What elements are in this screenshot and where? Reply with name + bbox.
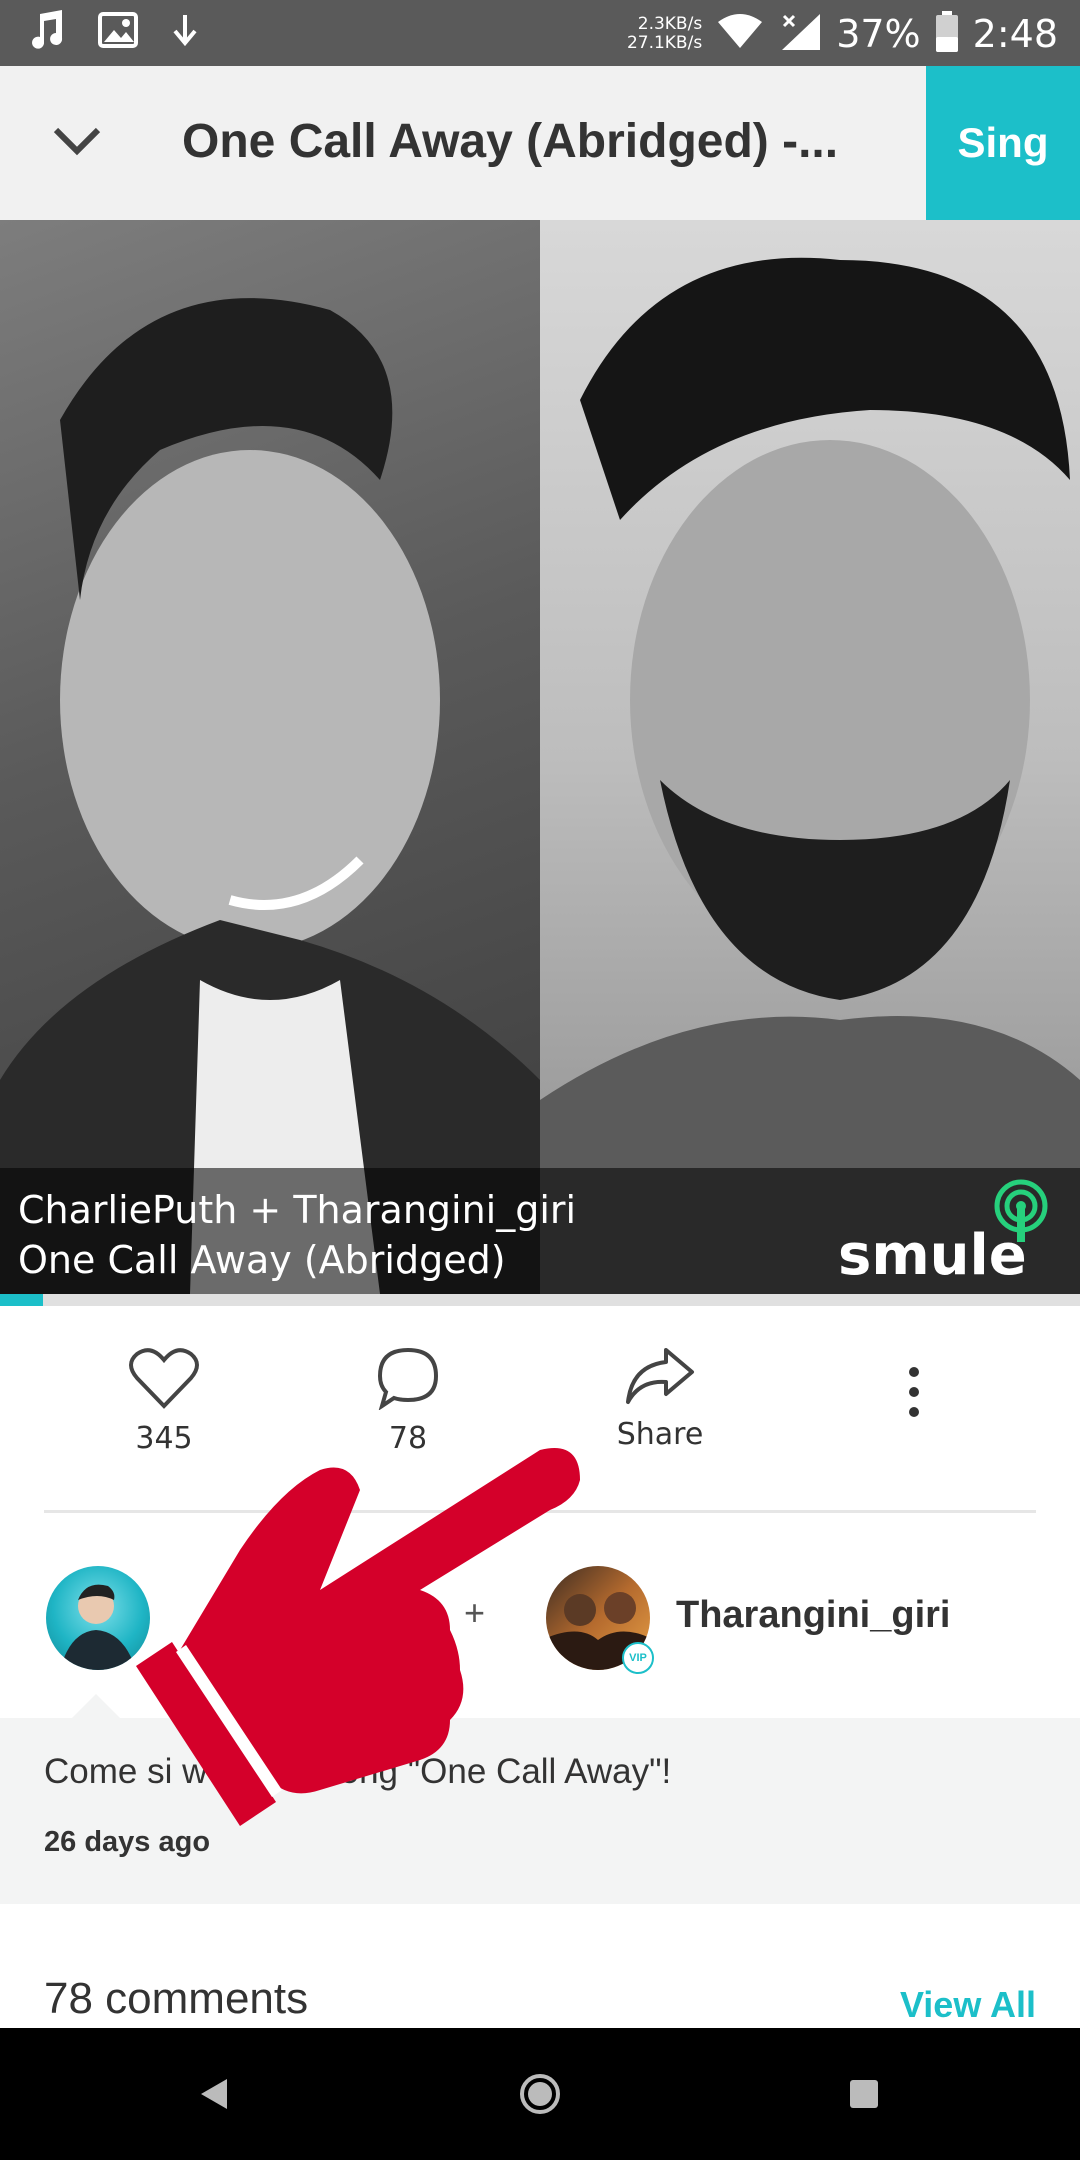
pointing-hand-icon (120, 1430, 600, 1830)
more-options-button[interactable] (884, 1366, 944, 1446)
comments-heading: 78 comments (44, 1974, 309, 2023)
chevron-down-icon (52, 126, 102, 161)
wifi-icon (716, 13, 764, 55)
sing-button[interactable]: Sing (926, 66, 1080, 220)
music-note-icon (28, 10, 64, 55)
performer-video-right (540, 220, 1080, 1294)
post-timestamp: 26 days ago (44, 1826, 211, 1858)
caption-performers: CharliePuth + Tharangini_giri (18, 1188, 577, 1232)
more-vertical-icon (907, 1366, 921, 1446)
image-icon (98, 12, 138, 53)
video-caption: CharliePuth + Tharangini_giri One Call A… (0, 1168, 1080, 1294)
cell-signal-icon (778, 12, 822, 57)
performer-video-left (0, 220, 540, 1294)
recents-square-icon (849, 2079, 879, 2114)
battery-icon (935, 10, 959, 58)
top-app-bar: One Call Away (Abridged) -... Sing (0, 66, 1080, 220)
nav-recents-button[interactable] (836, 2068, 892, 2124)
status-bar: 2.3KB/s 27.1KB/s 37% 2:48 (0, 0, 1080, 66)
share-arrow-icon (624, 1348, 696, 1410)
heart-icon (129, 1348, 199, 1414)
progress-fill (0, 1294, 44, 1306)
speech-bubble-icon (376, 1347, 440, 1414)
home-circle-icon (518, 2072, 562, 2121)
nav-home-button[interactable] (512, 2068, 568, 2124)
caption-song: One Call Away (Abridged) (18, 1238, 506, 1282)
description-pointer (72, 1694, 120, 1718)
svg-text:smule: smule (838, 1223, 1027, 1282)
song-title: One Call Away (Abridged) -... (182, 115, 839, 168)
video-player[interactable]: CharliePuth + Tharangini_giri One Call A… (0, 220, 1080, 1294)
network-speed: 2.3KB/s 27.1KB/s (626, 14, 703, 53)
view-all-comments-link[interactable]: View All (900, 1984, 1036, 2026)
collapse-button[interactable] (40, 106, 114, 180)
nav-back-button[interactable] (186, 2068, 242, 2124)
smule-logo: smule (836, 1178, 1066, 1288)
performer-username[interactable]: Tharangini_giri (676, 1594, 950, 1637)
system-nav-bar (0, 2028, 1080, 2160)
download-icon (172, 13, 198, 52)
battery-percent: 37% (836, 12, 921, 56)
back-triangle-icon (199, 2077, 229, 2116)
clock: 2:48 (972, 12, 1058, 56)
vip-badge: VIP (622, 1642, 654, 1674)
share-label: Share (616, 1417, 704, 1452)
share-button[interactable]: Share (580, 1346, 740, 1452)
playback-progress[interactable] (0, 1294, 1080, 1306)
